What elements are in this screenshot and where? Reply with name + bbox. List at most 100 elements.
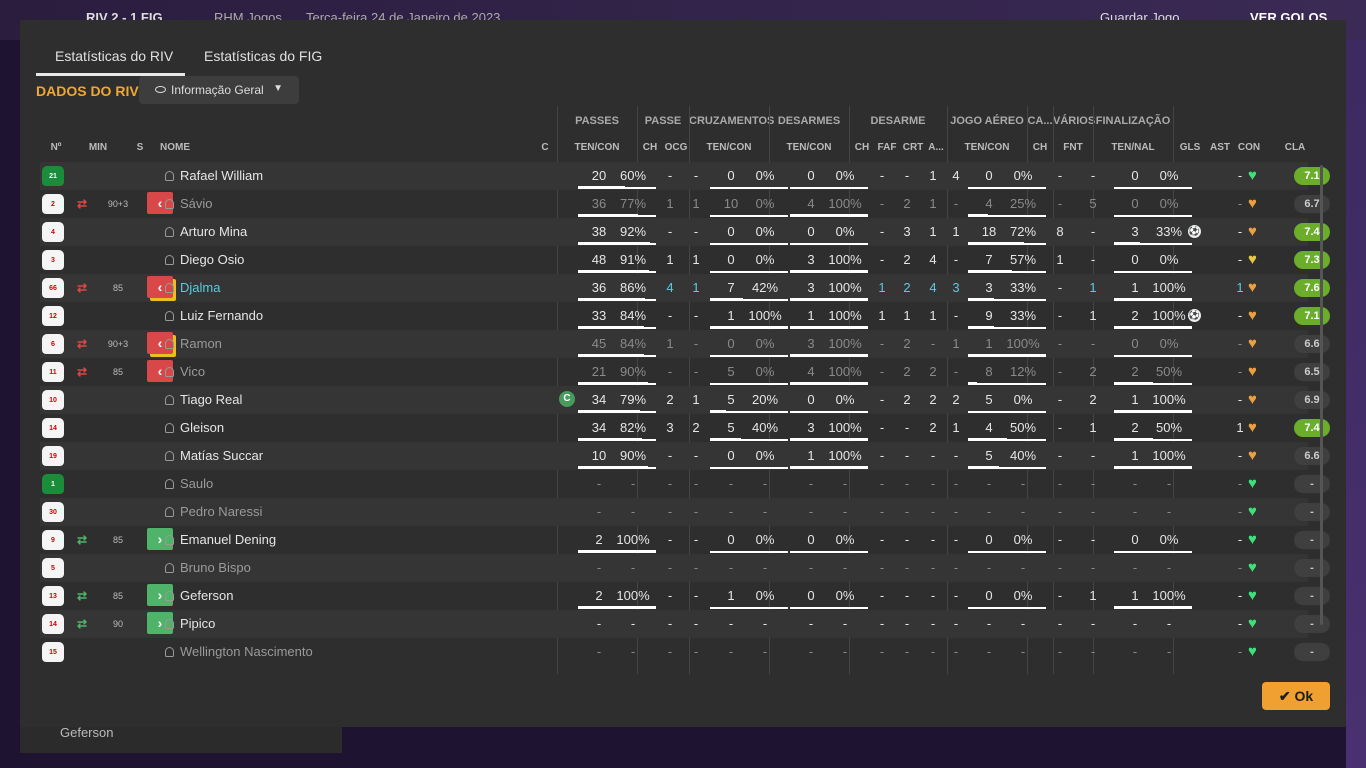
column-header-num[interactable]: Nº [40,142,72,153]
column-header-fin[interactable]: TEN/NAL [1093,142,1173,153]
table-row[interactable]: 15 Wellington Nascimento - - - - - - - - - - - - - - - - -… [40,638,1330,666]
stat-cross-track [710,187,788,189]
stat-air-percent: 50% [1009,420,1037,435]
player-name[interactable]: Pedro Naressi [180,504,262,519]
column-header-con[interactable]: CON [1234,142,1264,153]
player-rating: 7.1 [1294,307,1330,325]
player-name[interactable]: Vico [180,364,205,379]
player-name[interactable]: Emanuel Dening [180,532,276,547]
stat-a: - [953,560,959,575]
shirt-number-icon: 11 [42,362,64,382]
table-row[interactable]: 4 Arturo Mina 38 92% 0 0% 0 0% 18 72% 3 33% - - -3 1 1 8-… [40,218,1330,246]
stat-cross-attempts: - [728,616,734,631]
stat-dch: - [879,448,885,463]
stat-crt: 1 [929,224,937,239]
column-header-ch[interactable]: CH [638,142,662,153]
stat-dch: - [879,644,885,659]
view-dropdown[interactable]: Informação Geral ▼ [139,76,299,104]
stat-tack-track [790,551,868,553]
column-header-ast[interactable]: AST [1208,142,1232,153]
stat-fin-percent: 0% [1159,532,1179,547]
stat-pass-attempts: 10 [591,448,607,463]
stat-air-attempts: 5 [985,392,993,407]
column-header-c[interactable]: C [539,142,551,153]
stat-cross-attempts: 7 [727,280,735,295]
stat-crt: - [930,336,936,351]
player-name[interactable]: Arturo Mina [180,224,247,239]
column-header-fnt[interactable]: FNT [1053,142,1093,153]
table-row[interactable]: 12 Luiz Fernando 33 84% 1 100% 1 100% 9 33% 2 100% -… [40,302,1330,330]
table-row[interactable]: 6 ⇄ 90+3 ‹ Ramon 45 84% 0 0% 3 100% 1 100% 0 0% 1- -2-1-… [40,330,1330,358]
stat-fin-attempts: 0 [1131,336,1139,351]
stat-cach: - [1057,336,1063,351]
stat-faf: - [904,588,910,603]
player-name[interactable]: Sávio [180,196,213,211]
stat-crt: 1 [929,196,937,211]
column-header-cla[interactable]: CLA [1275,142,1315,153]
ok-button[interactable]: ✔ Ok [1262,682,1330,710]
player-name[interactable]: Bruno Bispo [180,560,251,575]
tab-riv-stats[interactable]: Estatísticas do RIV [36,44,185,76]
column-header-ocg[interactable]: OCG [663,142,689,153]
column-header-cross[interactable]: TEN/CON [689,142,769,153]
player-name[interactable]: Matías Succar [180,448,263,463]
player-rating: 7.4 [1294,419,1330,437]
stat-faf: - [904,448,910,463]
stat-tack-percent: - [842,616,848,631]
table-row[interactable]: 14 Gleison 34 82% 5 40% 3 100% 4 50% 2 50% 3 2- -2 1-1 1… [40,414,1330,442]
table-row[interactable]: 66 ⇄ 85 ‹ Djalma 36 86% 7 42% 3 100% 3 33% 1 100% 4 1 1 2 4… [40,274,1330,302]
column-header-s[interactable]: S [132,142,148,153]
player-name[interactable]: Geferson [180,588,233,603]
player-rating: - [1294,559,1330,577]
stat-pass-percent: 84% [619,308,647,323]
player-name[interactable]: Luiz Fernando [180,308,263,323]
player-name[interactable]: Ramon [180,336,222,351]
table-row[interactable]: 3 Diego Osio 48 91% 0 0% 3 100% 7 57% 0 0% 1 1-2 4-1- -… [40,246,1330,274]
ok-label: Ok [1294,688,1314,704]
stat-pass-bar [578,298,646,301]
table-row[interactable]: 14 ⇄ 90 › Pipico - - - - - - - - - - - - - - - - - - - ♥ - [40,610,1330,638]
player-name[interactable]: Tiago Real [180,392,242,407]
column-header-a[interactable]: A... [926,142,946,153]
stat-cross-percent: - [762,560,768,575]
table-row[interactable]: 5 Bruno Bispo - - - - - - - - - - - - - - - - - - - ♥ - [40,554,1330,582]
player-name[interactable]: Rafael William [180,168,263,183]
column-header-air[interactable]: TEN/CON [947,142,1027,153]
column-header-tack[interactable]: TEN/CON [769,142,849,153]
column-header-gls[interactable]: GLS [1175,142,1205,153]
player-name[interactable]: Gleison [180,420,224,435]
stat-tack-percent: 100% [828,364,862,379]
column-header-cach[interactable]: CH [1027,142,1053,153]
stat-crt: - [930,644,936,659]
stat-pass-percent: 77% [619,196,647,211]
column-header-name[interactable]: NOME [160,142,190,153]
stat-pass-attempts: 33 [591,308,607,323]
table-row[interactable]: 21 Rafael William 20 60% 0 0% 0 0% 0 0% 0 0% - - - - 1 4 -… [40,162,1330,190]
table-row[interactable]: 11 ⇄ 85 ‹ Vico 21 90% 5 0% 4 100% 8 12% 2 50% - - -2 2- -2-… [40,358,1330,386]
player-name[interactable]: Saulo [180,476,213,491]
column-header-min[interactable]: MIN [82,142,114,153]
table-row[interactable]: 19 Matías Succar 10 90% 0 0% 1 100% 5 40% 1 100% - - -… [40,442,1330,470]
column-header-faf[interactable]: FAF [874,142,900,153]
stat-dch: - [879,336,885,351]
table-row[interactable]: 1 Saulo - - - - - - - - - - - - - - - - - - - ♥ - [40,470,1330,498]
player-name[interactable]: Pipico [180,616,215,631]
player-name[interactable]: Djalma [180,280,220,295]
table-row[interactable]: 13 ⇄ 85 › Geferson 2 100% 1 0% 0 0% 0 0% 1 100% - - - - - - -… [40,582,1330,610]
column-header-pass[interactable]: TEN/CON [557,142,637,153]
table-row[interactable]: 2 ⇄ 90+3 ‹ Sávio 36 77% 10 0% 4 100% 4 25% 0 0% 1 1-2 1- -… [40,190,1330,218]
column-header-dch[interactable]: CH [850,142,874,153]
stat-pass-attempts: - [596,476,602,491]
scrollbar[interactable] [1320,165,1323,625]
player-name[interactable]: Wellington Nascimento [180,644,313,659]
table-row[interactable]: 9 ⇄ 85 › Emanuel Dening 2 100% 0 0% 0 0% 0 0% 0 0% - - - -… [40,526,1330,554]
stat-ocg: - [693,476,699,491]
column-header-crt[interactable]: CRT [900,142,926,153]
tab-fig-stats[interactable]: Estatísticas do FIG [204,44,322,76]
stat-cross-percent: 20% [751,392,779,407]
table-row[interactable]: 10 Tiago Real C 34 79% 5 20% 0 0% 5 0% 1 100% 2 1-2 2 2-… [40,386,1330,414]
table-row[interactable]: 30 Pedro Naressi - - - - - - - - - - - - - - - - - - - ♥ - [40,498,1330,526]
player-name[interactable]: Diego Osio [180,252,244,267]
player-profile-icon [165,199,174,209]
sub-minute: 90 [112,619,123,629]
